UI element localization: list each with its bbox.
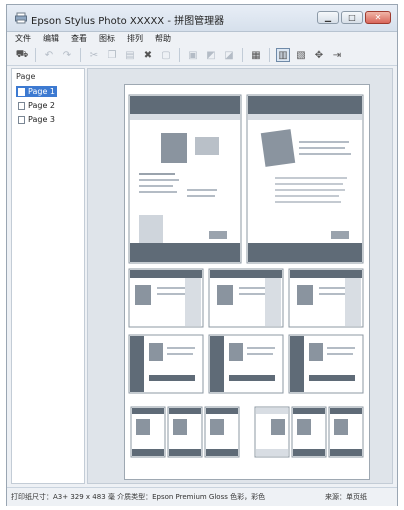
- page-list-item-3[interactable]: Page 3: [16, 114, 57, 125]
- toolbar: ⛟ ↶ ↷ ✂ ❐ ▤ ✖ ▢ ▣ ◩ ◪ ▦ ▥ ▧ ✥ ⇥: [7, 45, 397, 66]
- thumb-row2-2[interactable]: [208, 268, 284, 328]
- toolbar-separator: [35, 48, 36, 62]
- copy-icon[interactable]: ❐: [105, 48, 119, 62]
- page-list-panel: Page Page 1 Page 2 Page 3: [11, 68, 85, 484]
- printer-icon: [15, 12, 27, 24]
- thumb-row4-3[interactable]: [204, 406, 240, 458]
- page-list-item-2[interactable]: Page 2: [16, 100, 57, 111]
- thumb-row3-3[interactable]: [288, 334, 364, 394]
- menu-view[interactable]: 查看: [71, 33, 87, 44]
- maximize-button[interactable]: □: [341, 11, 363, 24]
- thumb-row2-3[interactable]: [288, 268, 364, 328]
- page-icon: [18, 101, 25, 110]
- delete-icon[interactable]: ✖: [141, 48, 155, 62]
- paper-sheet: [124, 84, 370, 480]
- cut-icon[interactable]: ✂: [87, 48, 101, 62]
- paste-icon[interactable]: ▤: [123, 48, 137, 62]
- toolbar-separator: [242, 48, 243, 62]
- large-brochure-right[interactable]: [246, 94, 364, 264]
- page-icon: [18, 115, 25, 124]
- thumb-row4-1[interactable]: [130, 406, 166, 458]
- toolbar-separator: [179, 48, 180, 62]
- window-controls: ▁ □ ✕: [317, 11, 391, 24]
- thumb-row3-2[interactable]: [208, 334, 284, 394]
- minimize-icon: ▁: [324, 13, 332, 22]
- toolbar-separator: [80, 48, 81, 62]
- thumb-row4-4[interactable]: [254, 406, 290, 458]
- status-source: 来源：单页纸: [325, 493, 367, 501]
- menu-file[interactable]: 文件: [15, 33, 31, 44]
- large-brochure-left[interactable]: [128, 94, 242, 264]
- menu-help[interactable]: 帮助: [155, 33, 171, 44]
- toolbar-separator: [269, 48, 270, 62]
- menu-icon[interactable]: 图标: [99, 33, 115, 44]
- thumb-row4-2[interactable]: [167, 406, 203, 458]
- layout-icon[interactable]: ▦: [249, 48, 263, 62]
- thumb-row2-1[interactable]: [128, 268, 204, 328]
- page-view-icon[interactable]: ▥: [276, 48, 290, 62]
- maximize-icon: □: [348, 13, 356, 22]
- sheet-layout: [128, 94, 364, 458]
- close-button[interactable]: ✕: [365, 11, 391, 24]
- layout-canvas: [87, 68, 393, 484]
- menu-arrange[interactable]: 排列: [127, 33, 143, 44]
- settings-icon[interactable]: ✥: [312, 48, 326, 62]
- status-bar: 打印纸尺寸：A3+ 329 x 483 毫 介质类型：Epson Premium…: [7, 487, 397, 506]
- thumb-row3-1[interactable]: [128, 334, 204, 394]
- redo-icon[interactable]: ↷: [60, 48, 74, 62]
- thumb-row4-6[interactable]: [328, 406, 364, 458]
- menu-edit[interactable]: 编辑: [43, 33, 59, 44]
- thumb-row4-5[interactable]: [291, 406, 327, 458]
- front-icon[interactable]: ◩: [204, 48, 218, 62]
- menu-bar: 文件 编辑 查看 图标 排列 帮助: [7, 31, 397, 45]
- select-icon[interactable]: ⛟: [15, 48, 29, 62]
- minimize-button[interactable]: ▁: [317, 11, 339, 24]
- window-title: Epson Stylus Photo XXXXX - 拼图管理器: [31, 16, 225, 27]
- panel-title: Page: [16, 72, 36, 81]
- status-paper-info: 打印纸尺寸：A3+ 329 x 483 毫 介质类型：Epson Premium…: [11, 493, 266, 501]
- ungroup-icon[interactable]: ▣: [186, 48, 200, 62]
- close-icon: ✕: [374, 13, 382, 22]
- group-icon[interactable]: ▢: [159, 48, 173, 62]
- page-label: Page 2: [28, 101, 55, 110]
- page-icon: [18, 87, 25, 96]
- back-icon[interactable]: ◪: [222, 48, 236, 62]
- thumb-view-icon[interactable]: ▧: [294, 48, 308, 62]
- page-label: Page 3: [28, 115, 55, 124]
- arrow-icon[interactable]: ⇥: [330, 48, 344, 62]
- page-list-item-1[interactable]: Page 1: [16, 86, 57, 97]
- page-label: Page 1: [28, 87, 55, 96]
- undo-icon[interactable]: ↶: [42, 48, 56, 62]
- app-window: Epson Stylus Photo XXXXX - 拼图管理器 ▁ □ ✕ 文…: [6, 4, 398, 506]
- title-bar: Epson Stylus Photo XXXXX - 拼图管理器 ▁ □ ✕: [7, 5, 397, 32]
